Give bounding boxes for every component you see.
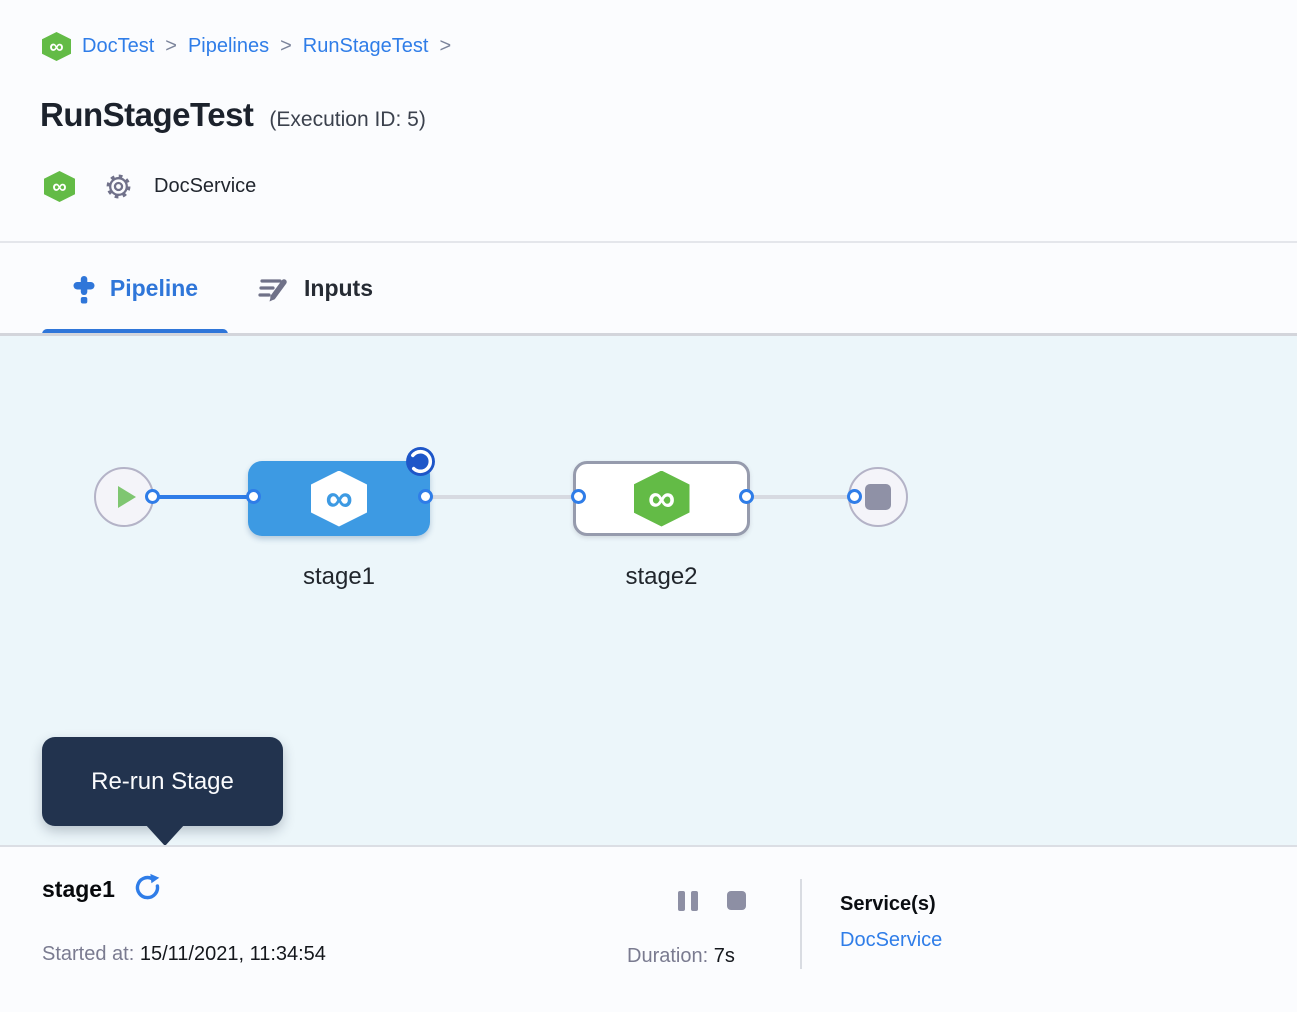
tab-pipeline-label: Pipeline xyxy=(110,275,198,302)
running-spinner-icon xyxy=(405,446,436,477)
services-label: Service(s) xyxy=(840,893,936,916)
footer-stage-row: stage1 xyxy=(42,873,164,905)
stop-icon xyxy=(727,891,746,910)
rerun-icon xyxy=(132,873,164,905)
footer-stage-name: stage1 xyxy=(42,876,115,903)
pause-stage-button[interactable] xyxy=(678,891,698,911)
tab-inputs-label: Inputs xyxy=(304,275,373,302)
page-header: ∞ DocTest > Pipelines > RunStageTest > R… xyxy=(0,0,1297,243)
connector-dot xyxy=(571,489,586,504)
started-at: Started at: 15/11/2021, 11:34:54 xyxy=(42,943,326,966)
stop-stage-button[interactable] xyxy=(727,891,746,910)
pause-icon xyxy=(691,891,698,911)
connector-dot xyxy=(739,489,754,504)
harness-stage-icon: ∞ xyxy=(311,471,367,527)
stage2-label: stage2 xyxy=(573,563,750,591)
footer-divider xyxy=(800,879,802,969)
pipeline-execution-page: ∞ DocTest > Pipelines > RunStageTest > R… xyxy=(0,0,1297,1012)
pause-icon xyxy=(678,891,685,911)
connector-dot xyxy=(418,489,433,504)
stage-node-stage2[interactable]: ∞ xyxy=(573,461,750,536)
duration-value: 7s xyxy=(708,945,735,967)
stage1-label: stage1 xyxy=(248,563,430,591)
started-at-label: Started at: xyxy=(42,943,134,965)
stage-details-footer: stage1 Started at: 15/11/2021, 11:34:54 … xyxy=(0,845,1297,1012)
service-row: ∞ DocService xyxy=(44,171,256,202)
breadcrumb: ∞ DocTest > Pipelines > RunStageTest > xyxy=(42,32,451,61)
execution-id: (Execution ID: 5) xyxy=(269,108,425,132)
stop-icon xyxy=(865,484,891,510)
connector-dot xyxy=(246,489,261,504)
breadcrumb-link-pipeline-name[interactable]: RunStageTest xyxy=(303,35,429,58)
rerun-stage-tooltip: Re-run Stage xyxy=(42,737,283,826)
harness-stage-icon: ∞ xyxy=(634,471,690,527)
rerun-stage-button[interactable] xyxy=(132,873,164,905)
pipeline-icon xyxy=(72,274,96,304)
inputs-icon xyxy=(258,275,290,303)
page-title: RunStageTest xyxy=(40,96,253,134)
breadcrumb-separator: > xyxy=(280,35,292,58)
play-icon xyxy=(118,486,136,508)
tab-bar: Pipeline Inputs xyxy=(0,243,1297,334)
connector-dot xyxy=(145,489,160,504)
title-row: RunStageTest (Execution ID: 5) xyxy=(40,96,426,134)
gear-icon xyxy=(105,173,132,200)
tooltip-label: Re-run Stage xyxy=(91,768,234,796)
pipeline-canvas: ∞ ∞ stage1 stage2 Re-run Sta xyxy=(0,336,1297,845)
duration: Duration: 7s xyxy=(627,945,735,968)
harness-logo-icon: ∞ xyxy=(42,32,71,61)
duration-label: Duration: xyxy=(627,945,708,967)
breadcrumb-link-pipelines[interactable]: Pipelines xyxy=(188,35,269,58)
started-at-value: 15/11/2021, 11:34:54 xyxy=(134,943,326,965)
tab-inputs[interactable]: Inputs xyxy=(258,243,373,334)
edge-stage1-to-stage2 xyxy=(425,495,578,499)
edge-start-to-stage1 xyxy=(152,495,253,499)
stage-node-stage1[interactable]: ∞ xyxy=(248,461,430,536)
tooltip-arrow xyxy=(145,824,185,846)
breadcrumb-separator: > xyxy=(165,35,177,58)
connector-dot xyxy=(847,489,862,504)
tab-pipeline[interactable]: Pipeline xyxy=(42,243,228,334)
service-name-label: DocService xyxy=(154,175,256,198)
edge-stage2-to-end xyxy=(746,495,854,499)
breadcrumb-separator: > xyxy=(439,35,451,58)
breadcrumb-link-project[interactable]: DocTest xyxy=(82,35,154,58)
harness-logo-icon: ∞ xyxy=(44,171,75,202)
service-link[interactable]: DocService xyxy=(840,929,942,952)
